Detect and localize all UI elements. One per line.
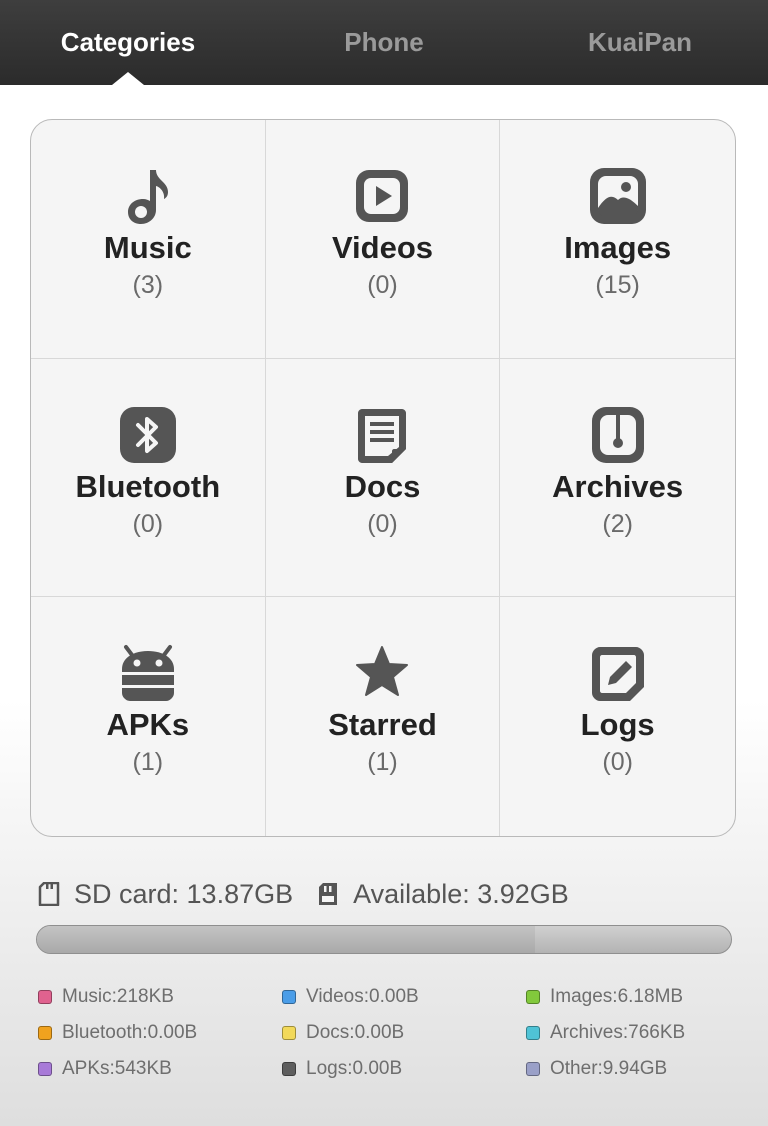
category-starred[interactable]: Starred (1) <box>266 597 501 836</box>
category-name: Logs <box>580 707 655 743</box>
category-name: Videos <box>331 230 434 265</box>
image-icon <box>588 166 648 226</box>
legend-label: APKs:543KB <box>62 1058 172 1079</box>
legend-label: Archives:766KB <box>550 1022 686 1043</box>
sd-card-icon <box>38 882 60 906</box>
category-name: Bluetooth <box>75 468 221 504</box>
legend-item-music: Music:218KB <box>38 986 282 1008</box>
legend-swatch <box>38 990 52 1004</box>
active-tab-indicator <box>112 72 144 85</box>
category-name: Music <box>103 230 192 265</box>
legend-swatch <box>526 990 540 1004</box>
tab-bar: Categories Phone KuaiPan <box>0 0 768 85</box>
bluetooth-icon <box>118 405 178 465</box>
category-count: (1) <box>132 748 164 777</box>
play-icon <box>352 166 412 226</box>
storage-available-icon <box>317 882 339 906</box>
category-docs[interactable]: Docs (0) <box>265 358 501 598</box>
android-icon <box>118 643 178 703</box>
category-count: (0) <box>602 748 633 777</box>
legend-item-apks: APKs:543KB <box>38 1058 282 1080</box>
tab-categories[interactable]: Categories <box>0 0 256 85</box>
legend-swatch <box>282 1026 296 1040</box>
storage-summary: SD card: 13.87GB Available: 3.92GB <box>38 876 569 912</box>
category-name: Archives <box>552 468 684 504</box>
category-name: APKs <box>106 707 190 743</box>
sd-card-total: SD card: 13.87GB <box>74 878 294 909</box>
tab-kuaipan[interactable]: KuaiPan <box>512 0 768 85</box>
legend-item-images: Images:6.18MB <box>526 986 738 1008</box>
legend-item-logs: Logs:0.00B <box>282 1058 526 1080</box>
archive-icon <box>588 405 648 465</box>
legend-swatch <box>282 1062 296 1076</box>
legend-item-docs: Docs:0.00B <box>282 1022 526 1044</box>
legend-label: Bluetooth:0.00B <box>62 1022 198 1043</box>
category-count: (15) <box>595 271 640 299</box>
category-count: (1) <box>367 748 398 777</box>
tab-phone-label: Phone <box>344 27 424 57</box>
category-name: Docs <box>344 468 421 504</box>
category-music[interactable]: Music (3) <box>31 120 266 359</box>
tab-phone[interactable]: Phone <box>256 0 512 85</box>
category-bluetooth[interactable]: Bluetooth (0) <box>31 358 266 598</box>
tab-categories-label: Categories <box>60 27 196 57</box>
category-videos[interactable]: Videos (0) <box>265 120 501 359</box>
storage-usage-bar <box>36 925 732 954</box>
legend-item-other: Other:9.94GB <box>526 1058 738 1080</box>
category-archives[interactable]: Archives (2) <box>500 359 735 598</box>
storage-usage-fill <box>37 926 535 953</box>
legend-item-bluetooth: Bluetooth:0.00B <box>38 1022 282 1044</box>
legend-label: Images:6.18MB <box>550 986 684 1007</box>
category-count: (2) <box>602 509 633 538</box>
legend-label: Docs:0.00B <box>306 1022 405 1043</box>
document-icon <box>352 405 412 465</box>
category-name: Images <box>564 230 672 265</box>
category-count: (0) <box>132 509 164 538</box>
log-edit-icon <box>588 643 648 703</box>
legend-swatch <box>38 1062 52 1076</box>
legend-label: Videos:0.00B <box>306 986 419 1007</box>
category-images[interactable]: Images (15) <box>500 120 735 359</box>
legend-label: Music:218KB <box>62 986 174 1007</box>
tab-kuaipan-label: KuaiPan <box>587 27 693 57</box>
legend-swatch <box>526 1026 540 1040</box>
storage-available: Available: 3.92GB <box>353 878 569 909</box>
legend-swatch <box>526 1062 540 1076</box>
legend-swatch <box>38 1026 52 1040</box>
category-count: (0) <box>367 509 398 538</box>
category-grid: Music (3) Videos (0) Images (15) Bluetoo… <box>30 119 736 837</box>
category-count: (0) <box>367 271 398 299</box>
category-logs[interactable]: Logs (0) <box>500 597 735 836</box>
legend-item-archives: Archives:766KB <box>526 1022 738 1044</box>
category-name: Starred <box>328 707 437 743</box>
star-icon <box>352 643 412 703</box>
legend-swatch <box>282 990 296 1004</box>
category-apks[interactable]: APKs (1) <box>31 597 266 836</box>
music-note-icon <box>118 166 178 226</box>
legend-label: Logs:0.00B <box>306 1058 403 1079</box>
legend-item-videos: Videos:0.00B <box>282 986 526 1008</box>
legend-label: Other:9.94GB <box>550 1058 668 1079</box>
storage-legend: Music:218KB Videos:0.00B Images:6.18MB B… <box>38 986 738 1080</box>
category-count: (3) <box>132 271 164 299</box>
